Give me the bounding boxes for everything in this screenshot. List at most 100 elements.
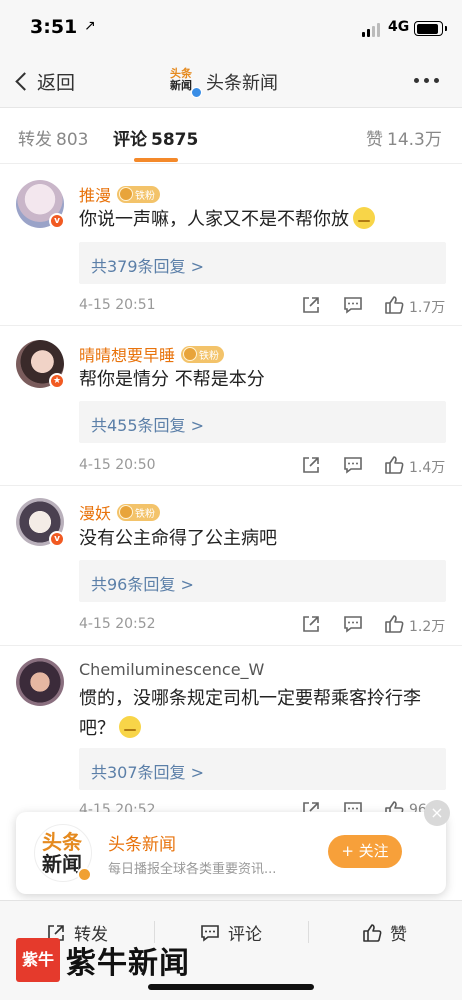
replies-count: 共96条回复 > (91, 575, 194, 594)
fan-badge: 铁粉 (181, 345, 225, 363)
username[interactable]: Chemiluminescence_W (79, 660, 264, 679)
account-name[interactable]: 头条新闻 (108, 830, 176, 855)
chevron-left-icon (15, 72, 34, 91)
badge-label: 铁粉 (199, 350, 220, 362)
comment-meta: 4-15 20:51 1.7万 (79, 295, 446, 317)
verified-icon: v (49, 531, 65, 547)
divider (308, 921, 309, 943)
comment-text: 你说一声嘛，人家又不是不帮你放 (79, 205, 449, 235)
back-label: 返回 (37, 72, 76, 94)
comment-icon[interactable] (343, 295, 363, 315)
avatar[interactable] (16, 658, 64, 706)
like-icon[interactable] (384, 295, 404, 315)
comment-time: 4-15 20:51 (79, 297, 156, 313)
replies-count: 共379条回复 > (91, 257, 205, 276)
fan-badge: 铁粉 (117, 185, 161, 203)
crown-icon (119, 505, 134, 519)
comment-meta: 4-15 20:50 1.4万 (79, 455, 446, 477)
home-indicator[interactable] (148, 984, 314, 990)
like-count: 1.7万 (409, 300, 446, 316)
comment-body: 没有公主命得了公主病吧 (79, 528, 277, 549)
like-count: 1.4万 (409, 460, 446, 476)
like-icon[interactable] (384, 455, 404, 475)
share-icon[interactable] (301, 614, 321, 634)
account-description: 每日播报全球各类重要资讯... (108, 862, 277, 877)
username[interactable]: 晴晴想要早睡 (79, 342, 175, 366)
comment-text: 帮你是情分 不帮是本分 (79, 365, 449, 395)
active-tab-indicator (134, 158, 178, 162)
verified-icon (77, 867, 92, 882)
logo-text-bottom: 新闻 (42, 852, 82, 876)
avatar[interactable]: v (16, 180, 65, 229)
tab-count: 14.3万 (387, 130, 442, 150)
like-icon[interactable] (384, 614, 404, 634)
comment-label: 评论 (228, 925, 262, 945)
account-logo-icon: 头条 新闻 (170, 68, 202, 98)
comment-text: 惯的，没哪条规定司机一定要帮乘客拎行李 吧？ (79, 684, 449, 744)
comment-icon[interactable] (343, 455, 363, 475)
location-arrow-icon: ↗ (84, 18, 96, 34)
watermark-text: 紫牛新闻 (66, 946, 190, 981)
comment-body: 帮你是情分 不帮是本分 (79, 369, 265, 390)
tab-label: 转发 (18, 130, 52, 150)
signal-icon (362, 23, 380, 37)
replies-link[interactable]: 共379条回复 > (79, 242, 446, 284)
comment-item: v 漫妖 铁粉 没有公主命得了公主病吧 共96条回复 > 4-15 20:52 … (0, 486, 462, 646)
status-bar: 3:51 ↗ 4G (0, 0, 462, 56)
comment-time: 4-15 20:50 (79, 457, 156, 473)
avatar[interactable]: ★ (16, 340, 65, 389)
follow-button[interactable]: + 关注 (328, 835, 402, 868)
more-options-icon[interactable] (414, 78, 439, 83)
like-icon (363, 923, 382, 942)
comment-icon[interactable] (343, 614, 363, 634)
replies-link[interactable]: 共307条回复 > (79, 748, 446, 790)
battery-tip (445, 26, 447, 31)
verified-icon: ★ (49, 373, 65, 389)
account-logo-icon[interactable]: 头条 新闻 (34, 824, 92, 882)
crown-icon (183, 347, 198, 361)
smile-emoji-icon (119, 716, 141, 738)
comment-item: Chemiluminescence_W 惯的，没哪条规定司机一定要帮乘客拎行李 … (0, 646, 462, 826)
comment-icon (201, 924, 219, 942)
verified-icon (191, 87, 202, 98)
crown-icon (119, 187, 134, 201)
comment-body-line: 惯的，没哪条规定司机一定要帮乘客拎行李 (79, 688, 421, 709)
share-icon[interactable] (301, 455, 321, 475)
tab-label: 评论 (113, 130, 147, 150)
like-label: 赞 (390, 925, 407, 945)
sleepy-emoji-icon (353, 207, 375, 229)
share-icon[interactable] (301, 295, 321, 315)
comment-body: 你说一声嘛，人家又不是不帮你放 (79, 209, 349, 230)
replies-link[interactable]: 共455条回复 > (79, 401, 446, 443)
network-type: 4G (388, 19, 410, 35)
tab-count: 5875 (151, 130, 199, 150)
back-button[interactable]: 返回 (14, 68, 75, 95)
comment-item: v 推漫 铁粉 你说一声嘛，人家又不是不帮你放 共379条回复 > 4-15 2… (0, 164, 462, 326)
tab-repost[interactable]: 转发 803 (18, 125, 88, 150)
username[interactable]: 推漫 (79, 182, 111, 206)
comment-button[interactable]: 评论 (200, 920, 262, 945)
badge-label: 铁粉 (135, 190, 156, 202)
avatar[interactable]: v (16, 498, 65, 547)
battery-icon (414, 21, 443, 36)
status-time: 3:51 (30, 16, 78, 38)
verified-icon: v (49, 213, 65, 229)
comment-item: ★ 晴晴想要早睡 铁粉 帮你是情分 不帮是本分 共455条回复 > 4-15 2… (0, 326, 462, 486)
like-button[interactable]: 赞 (362, 920, 407, 945)
nav-title[interactable]: 头条 新闻 头条新闻 (170, 68, 278, 98)
replies-count: 共307条回复 > (91, 763, 205, 782)
watermark-logo: 紫牛 (16, 938, 60, 982)
fan-badge: 铁粉 (117, 503, 161, 521)
replies-count: 共455条回复 > (91, 416, 205, 435)
tab-likes[interactable]: 赞 14.3万 (366, 125, 442, 150)
username[interactable]: 漫妖 (79, 500, 111, 524)
comment-time: 4-15 20:52 (79, 616, 156, 632)
tab-comments[interactable]: 评论 5875 (113, 125, 198, 150)
tab-bar: 转发 803 评论 5875 赞 14.3万 (0, 108, 462, 164)
like-count: 1.2万 (409, 619, 446, 635)
replies-link[interactable]: 共96条回复 > (79, 560, 446, 602)
close-icon[interactable]: × (424, 800, 450, 826)
badge-label: 铁粉 (135, 508, 156, 520)
tab-label: 赞 (366, 130, 383, 150)
watermark: 紫牛 紫牛新闻 (16, 938, 190, 982)
